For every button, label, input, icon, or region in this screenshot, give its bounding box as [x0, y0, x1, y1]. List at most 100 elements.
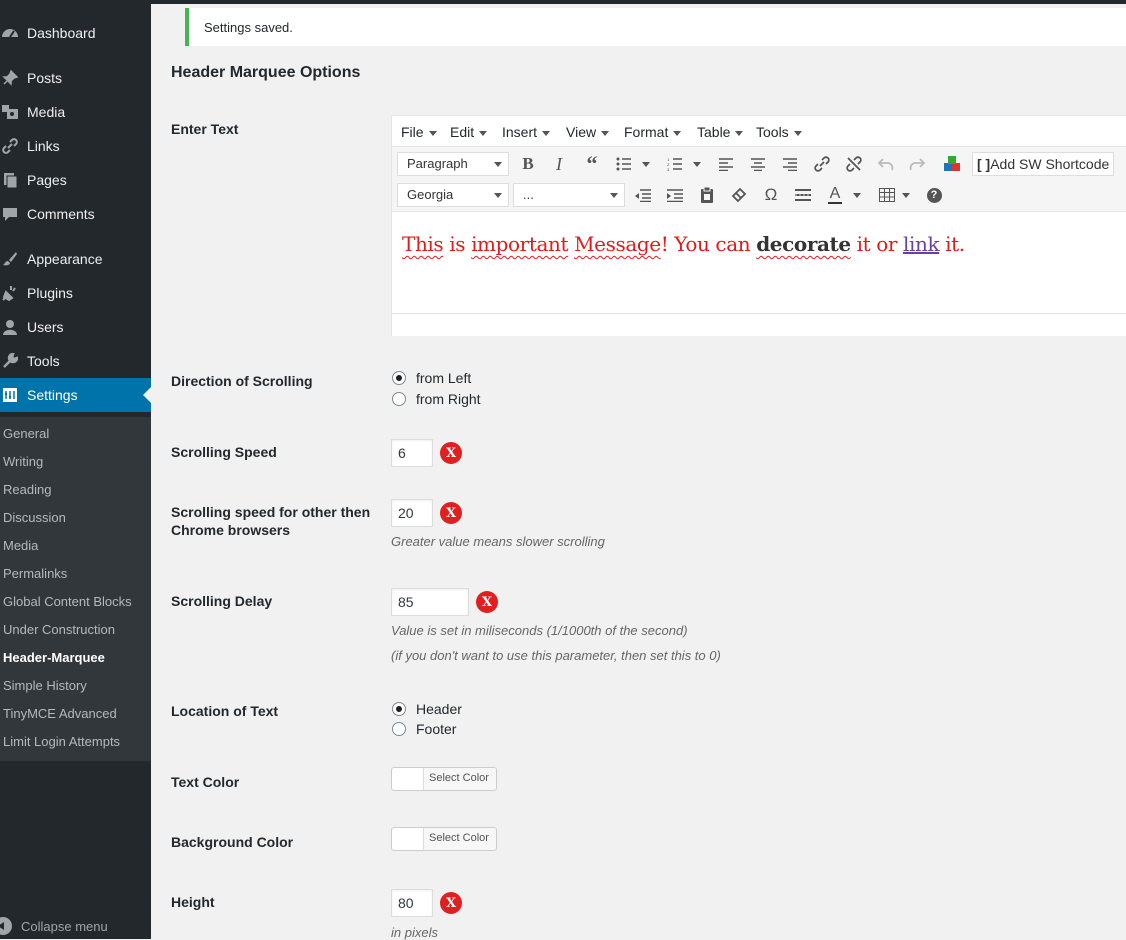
italic-button[interactable]: I [547, 152, 571, 176]
speed-other-input[interactable]: 20 [391, 499, 433, 527]
bold-button[interactable]: B [516, 152, 540, 176]
delay-input[interactable]: 85 [391, 588, 469, 616]
font-family-select[interactable]: Georgia [397, 183, 509, 207]
height-reset-button[interactable]: X [440, 892, 462, 914]
text-color-dropdown[interactable] [853, 183, 861, 207]
menu-view[interactable]: View [566, 124, 610, 140]
add-sw-shortcode-button[interactable]: [ ]Add SW Shortcode [972, 152, 1115, 176]
shapes-plugin-button[interactable] [940, 152, 964, 176]
table-dropdown[interactable] [902, 183, 910, 207]
special-character-button[interactable]: Ω [759, 183, 783, 207]
menu-tools[interactable]: Tools [0, 344, 151, 378]
editor-menubar: File Edit Insert View Format Table Tools [392, 116, 1126, 146]
editor-content-area[interactable]: This is important Message! You can decor… [392, 212, 1126, 312]
chevron-down-icon [479, 130, 488, 136]
collapse-menu-button[interactable]: Collapse menu [0, 917, 108, 935]
menu-plugins[interactable]: Plugins [0, 276, 151, 310]
numbered-list-dropdown[interactable] [693, 152, 701, 176]
horizontal-line-button[interactable] [791, 183, 815, 207]
menu-dashboard[interactable]: Dashboard [0, 16, 151, 50]
menu-tools-editor[interactable]: Tools [756, 124, 802, 140]
submenu-discussion[interactable]: Discussion [3, 510, 66, 525]
menu-insert[interactable]: Insert [502, 124, 551, 140]
speed-input[interactable]: 6 [391, 439, 433, 467]
radio-from-left[interactable]: from Left [392, 370, 471, 386]
menu-comments[interactable]: Comments [0, 197, 151, 231]
menu-table[interactable]: Table [697, 124, 744, 140]
delay-description-note: (if you don't want to use this parameter… [391, 648, 721, 663]
chevron-down-icon [793, 130, 802, 136]
bullet-list-dropdown[interactable] [642, 152, 650, 176]
submenu-permalinks[interactable]: Permalinks [3, 566, 67, 581]
clear-formatting-button[interactable] [727, 183, 751, 207]
menu-posts[interactable]: Posts [0, 61, 151, 95]
menu-edit[interactable]: Edit [450, 124, 488, 140]
bullet-list-button[interactable] [612, 152, 636, 176]
submenu-tinymce-advanced[interactable]: TinyMCE Advanced [3, 706, 117, 721]
paste-text-button[interactable] [695, 183, 719, 207]
settings-saved-notice: Settings saved. [185, 8, 1126, 46]
menu-pages[interactable]: Pages [0, 163, 151, 197]
select-color-label: Select Color [429, 832, 489, 844]
submenu-limit-login-attempts[interactable]: Limit Login Attempts [3, 734, 120, 749]
menu-view-label: View [566, 124, 597, 140]
menu-settings[interactable]: Settings [0, 378, 151, 412]
redo-button[interactable] [905, 152, 929, 176]
align-left-button[interactable] [714, 152, 738, 176]
radio-footer[interactable]: Footer [392, 721, 456, 737]
submenu-general[interactable]: General [3, 426, 49, 441]
radio-button-checked[interactable] [392, 702, 406, 716]
content-text: is [443, 232, 472, 256]
speed-other-reset-button[interactable]: X [440, 502, 462, 524]
height-input[interactable]: 80 [391, 889, 433, 917]
submenu-media[interactable]: Media [3, 538, 38, 553]
indent-icon [667, 188, 683, 202]
font-size-select[interactable]: ... [513, 183, 625, 207]
menu-media[interactable]: Media [0, 95, 151, 129]
text-color-button[interactable]: A [823, 183, 847, 207]
menu-label: Links [27, 138, 60, 154]
align-right-button[interactable] [778, 152, 802, 176]
table-button[interactable] [875, 183, 899, 207]
text-color-picker[interactable]: Select Color [391, 767, 497, 791]
delay-reset-button[interactable]: X [476, 591, 498, 613]
content-text: This [402, 232, 444, 256]
table-icon [879, 188, 895, 202]
pin-icon [0, 68, 20, 88]
menu-links[interactable]: Links [0, 129, 151, 163]
sw-shortcode-label: Add SW Shortcode [990, 156, 1110, 172]
radio-button-checked[interactable] [392, 371, 406, 385]
align-center-button[interactable] [746, 152, 770, 176]
submenu-writing[interactable]: Writing [3, 454, 43, 469]
content-text: important [471, 232, 569, 256]
menu-insert-label: Insert [502, 124, 538, 140]
svg-text:3: 3 [667, 167, 670, 171]
menu-label: Tools [27, 353, 60, 369]
remove-link-button[interactable] [842, 152, 866, 176]
chevron-down-icon [428, 130, 437, 136]
submenu-reading[interactable]: Reading [3, 482, 51, 497]
speed-reset-button[interactable]: X [440, 442, 462, 464]
submenu-under-construction[interactable]: Under Construction [3, 622, 115, 637]
menu-users[interactable]: Users [0, 310, 151, 344]
outdent-button[interactable] [631, 183, 655, 207]
blockquote-button[interactable]: “ [580, 151, 604, 176]
menu-file[interactable]: File [401, 124, 437, 140]
help-button[interactable]: ? [922, 183, 946, 207]
submenu-global-content-blocks[interactable]: Global Content Blocks [3, 594, 132, 609]
submenu-simple-history[interactable]: Simple History [3, 678, 87, 693]
radio-header[interactable]: Header [392, 701, 462, 717]
radio-button[interactable] [392, 722, 406, 736]
numbered-list-button[interactable]: 123 [663, 152, 687, 176]
indent-button[interactable] [663, 183, 687, 207]
menu-appearance[interactable]: Appearance [0, 242, 151, 276]
radio-button[interactable] [392, 392, 406, 406]
submenu-header-marquee[interactable]: Header-Marquee [3, 650, 105, 665]
content-link[interactable]: link [903, 232, 940, 256]
background-color-picker[interactable]: Select Color [391, 827, 497, 851]
radio-from-right[interactable]: from Right [392, 391, 481, 407]
menu-format[interactable]: Format [624, 124, 682, 140]
undo-button[interactable] [874, 152, 898, 176]
insert-link-button[interactable] [810, 152, 834, 176]
format-select[interactable]: Paragraph [397, 152, 509, 176]
